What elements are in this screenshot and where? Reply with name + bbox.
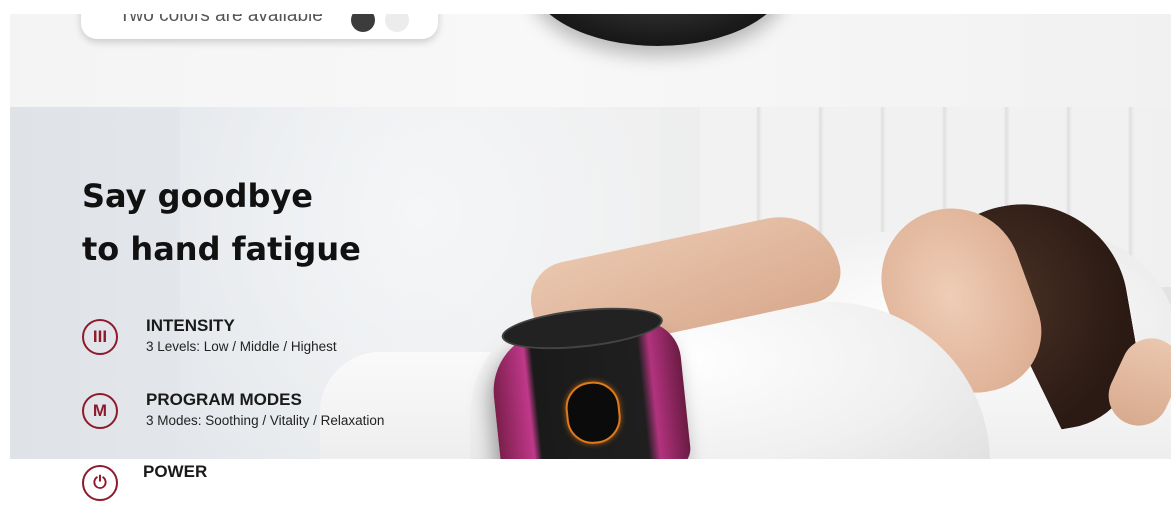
hand-massager-device [487,301,693,459]
feature-description: 3 Levels: Low / Middle / Highest [146,339,337,354]
intensity-bars-icon: III [82,319,118,355]
feature-description: 3 Modes: Soothing / Vitality / Relaxatio… [146,413,385,428]
feature-content: Say goodbye to hand fatigue III INTENSIT… [82,170,502,501]
headline-line-2: to hand fatigue [82,230,361,268]
dark-color-swatch[interactable] [351,14,375,32]
feature-program-modes: M PROGRAM MODES 3 Modes: Soothing / Vita… [82,390,482,438]
feature-power: ⏻ POWER [82,462,482,510]
device-control-panel [563,379,624,447]
power-icon: ⏻ [82,465,118,501]
feature-title: PROGRAM MODES [146,390,302,409]
color-options-band: Two colors are available [10,14,1171,107]
feature-title: INTENSITY [146,316,235,335]
feature-title: POWER [143,462,208,481]
color-options-card: Two colors are available [81,14,438,39]
light-color-swatch[interactable] [385,14,409,32]
headline-line-1: Say goodbye [82,177,313,215]
mode-m-icon: M [82,393,118,429]
color-options-label: Two colors are available [119,14,323,26]
product-image-top [529,14,787,46]
feature-intensity: III INTENSITY 3 Levels: Low / Middle / H… [82,316,482,364]
page-headline: Say goodbye to hand fatigue [82,170,502,276]
